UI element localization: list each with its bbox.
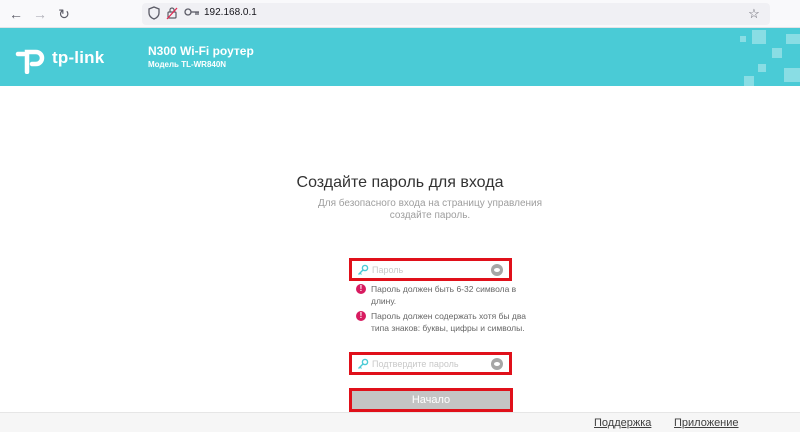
decorative-square bbox=[752, 30, 766, 44]
key-icon bbox=[358, 264, 369, 275]
decorative-square bbox=[772, 48, 782, 58]
decorative-square bbox=[744, 76, 754, 86]
start-button[interactable]: Начало bbox=[349, 388, 513, 412]
error-text: Пароль должен быть 6-32 символа в длину. bbox=[371, 284, 517, 306]
shield-icon[interactable] bbox=[146, 6, 162, 22]
app-link[interactable]: Приложение bbox=[674, 417, 739, 429]
show-password-icon[interactable] bbox=[491, 358, 503, 370]
show-password-icon[interactable] bbox=[491, 264, 503, 276]
decorative-square bbox=[758, 64, 766, 72]
decorative-square bbox=[740, 36, 746, 42]
password-input[interactable] bbox=[372, 263, 482, 277]
decorative-square bbox=[784, 68, 800, 82]
back-icon[interactable]: ← bbox=[6, 4, 26, 24]
password-types-error: ! Пароль должен содержать хотя бы два ти… bbox=[356, 310, 536, 334]
model-title: N300 Wi-Fi роутер bbox=[148, 44, 254, 58]
confirm-password-input[interactable] bbox=[372, 357, 482, 371]
star-icon[interactable]: ☆ bbox=[746, 5, 762, 23]
tp-link-logo-icon bbox=[15, 49, 45, 74]
key-icon bbox=[358, 358, 369, 369]
url-text[interactable]: 192.168.0.1 bbox=[204, 7, 257, 18]
key-icon[interactable] bbox=[184, 6, 200, 22]
page-subtitle: Для безопасного входа на страницу управл… bbox=[317, 198, 543, 221]
address-bar[interactable]: 192.168.0.1 ☆ bbox=[142, 3, 770, 25]
password-field[interactable] bbox=[349, 258, 512, 281]
router-header: tp-link N300 Wi-Fi роутер Модель TL-WR84… bbox=[0, 28, 800, 86]
confirm-password-field[interactable] bbox=[349, 352, 512, 375]
error-text: Пароль должен содержать хотя бы два типа… bbox=[371, 311, 526, 333]
error-icon: ! bbox=[356, 284, 366, 294]
model-subtitle: Модель TL-WR840N bbox=[148, 60, 227, 69]
support-link[interactable]: Поддержка bbox=[594, 417, 651, 429]
browser-toolbar: ← → ↻ 192.168.0.1 ☆ bbox=[0, 0, 800, 28]
reload-icon[interactable]: ↻ bbox=[54, 4, 74, 24]
decorative-square bbox=[786, 34, 800, 44]
forward-icon[interactable]: → bbox=[30, 4, 50, 24]
password-length-error: ! Пароль должен быть 6-32 символа в длин… bbox=[356, 283, 536, 307]
logo-text: tp-link bbox=[52, 48, 105, 67]
lock-icon[interactable] bbox=[164, 6, 180, 22]
error-icon: ! bbox=[356, 311, 366, 321]
tp-link-logo: tp-link bbox=[14, 42, 124, 74]
page-title: Создайте пароль для входа bbox=[296, 174, 504, 191]
footer: Поддержка Приложение bbox=[0, 412, 800, 432]
